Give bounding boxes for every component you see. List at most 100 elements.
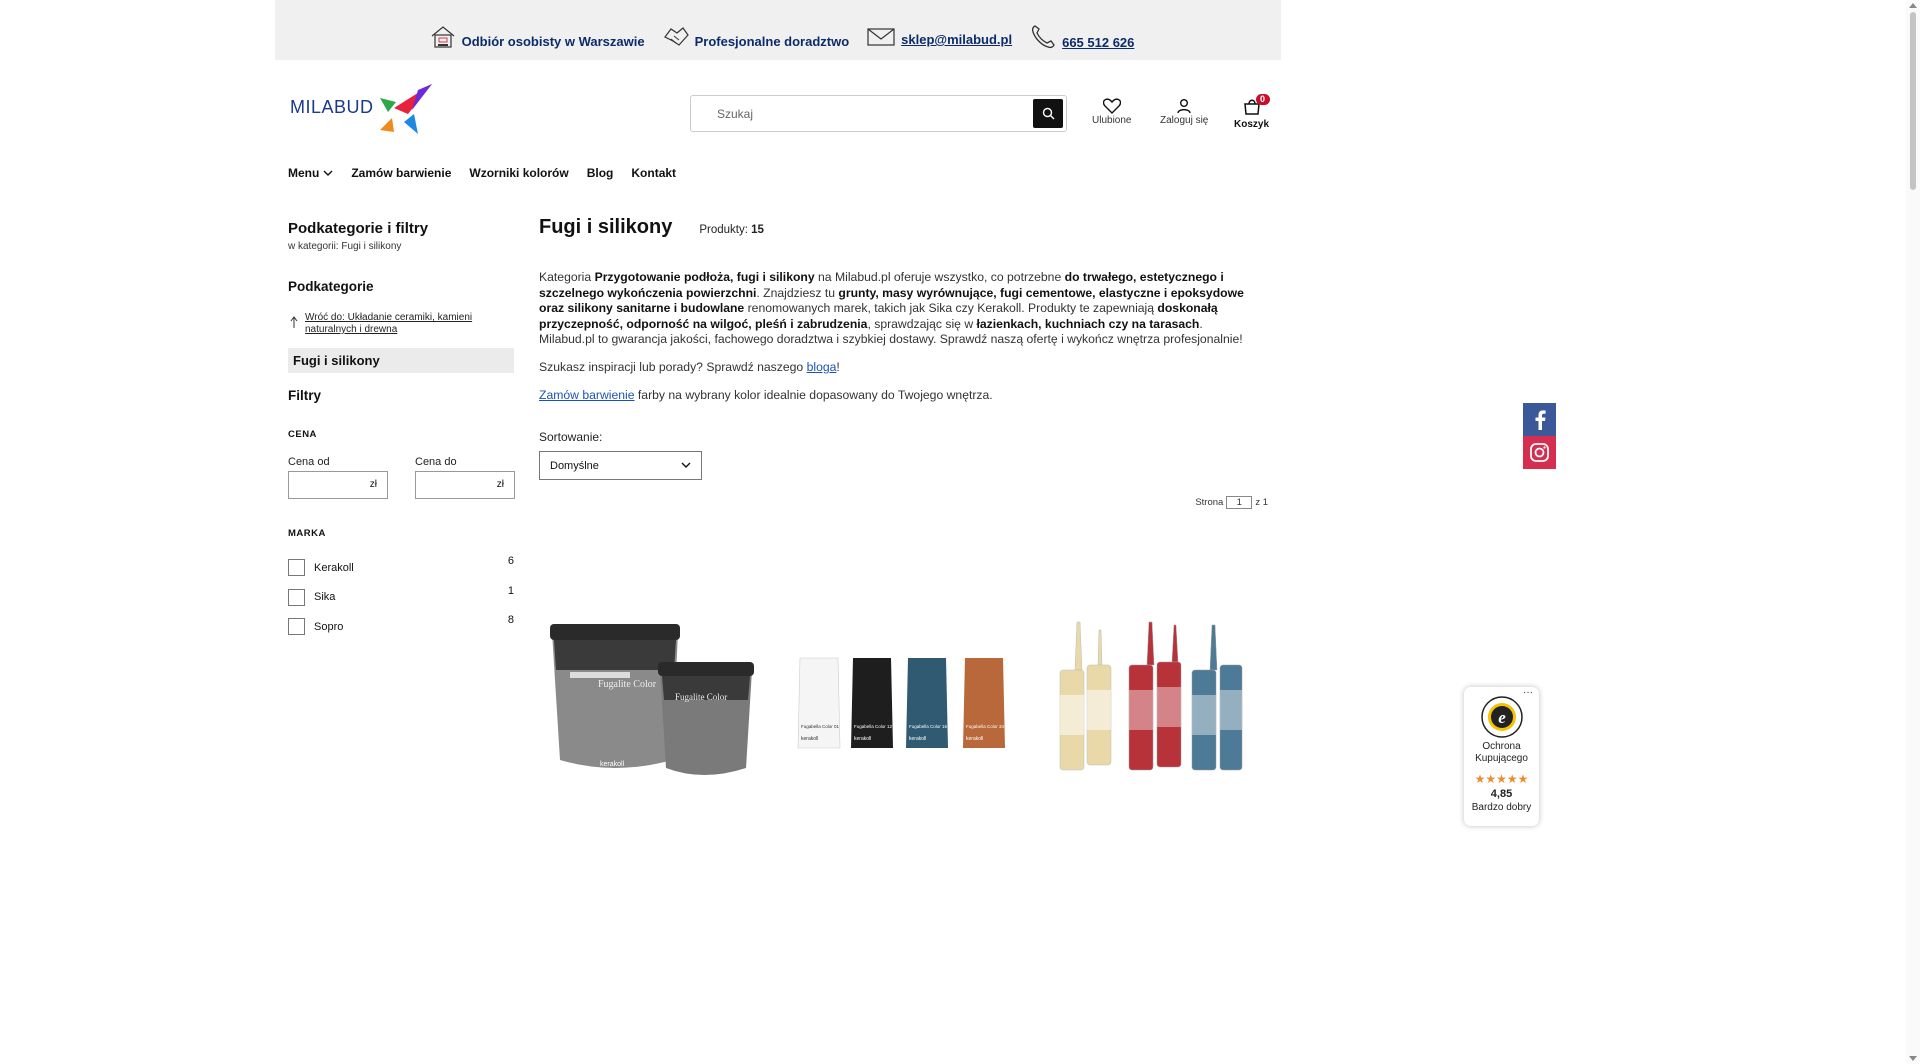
instagram-button[interactable]: [1523, 436, 1556, 469]
brand-label: kerakoll: [854, 736, 871, 742]
active-category[interactable]: Fugi i silikony: [288, 348, 514, 373]
brand-filter-sopro[interactable]: Sopro 8: [288, 612, 514, 642]
milabud-logo[interactable]: MILABUD: [290, 84, 435, 140]
brand-filter-kerakoll[interactable]: Kerakoll 6: [288, 553, 514, 583]
product-card[interactable]: Fugalite Color Fugalite Color kerakoll: [540, 610, 760, 785]
login-label: Zaloguj się: [1160, 115, 1209, 126]
subcategories-heading: Podkategorie: [288, 279, 374, 294]
social-links: [1523, 403, 1556, 469]
sidebar-subtitle: w kategorii: Fugi i silikony: [288, 241, 402, 252]
product-label: Fugalite Color: [675, 692, 727, 702]
order-tinting-link[interactable]: Zamów barwienie: [539, 388, 635, 402]
brand-checkbox[interactable]: [288, 588, 305, 606]
email-link[interactable]: sklep@milabud.pl: [867, 27, 1012, 47]
desc-text: farby na wybrany kolor idealnie dopasowa…: [634, 387, 993, 402]
phone-link[interactable]: 665 512 626: [1030, 24, 1134, 50]
price-to-field[interactable]: zł: [415, 471, 515, 499]
facebook-button[interactable]: [1523, 403, 1556, 436]
login-button[interactable]: Zaloguj się: [1160, 98, 1208, 126]
price-from-input[interactable]: [289, 472, 359, 498]
facebook-icon: [1535, 409, 1546, 430]
page-scrollbar[interactable]: [1906, 0, 1920, 1064]
nav-contact[interactable]: Kontakt: [631, 166, 676, 180]
price-from-label: Cena od: [288, 456, 330, 468]
fugabella-color-bags-image[interactable]: Fugabella Color 01 kerakoll Fugabella Co…: [795, 610, 1010, 760]
product-card[interactable]: [1052, 610, 1252, 785]
logo-text: MILABUD: [290, 97, 374, 117]
brand-name: Sopro: [314, 620, 344, 633]
user-icon: [1177, 99, 1191, 114]
product-count-value: 15: [751, 224, 764, 236]
search-input[interactable]: [691, 96, 1021, 131]
category-content: Fugi i silikony Produkty: 15 Kategoria P…: [539, 216, 1268, 509]
desc-text: !: [836, 359, 840, 374]
nav-menu[interactable]: Menu: [288, 166, 333, 180]
blog-paragraph: Szukasz inspiracji lub porady? Sprawdź n…: [539, 360, 1244, 376]
category-header: Fugi i silikony Produkty: 15: [539, 216, 1244, 239]
nav-blog[interactable]: Blog: [587, 166, 614, 180]
search-icon: [1042, 107, 1054, 120]
filters-heading: Filtry: [288, 388, 322, 403]
chevron-down-icon: [681, 462, 691, 469]
brand-label: kerakoll: [801, 736, 818, 742]
brand-label: kerakoll: [966, 736, 983, 742]
brand-count: 1: [507, 584, 514, 597]
page-input[interactable]: 1: [1226, 496, 1253, 509]
search-button[interactable]: [1033, 99, 1063, 128]
price-to-unit: zł: [496, 479, 504, 490]
cart-button[interactable]: 0 Koszyk: [1234, 94, 1270, 130]
brand-checkbox[interactable]: [288, 559, 305, 577]
chevron-down-icon: [323, 170, 333, 176]
price-heading: CENA: [288, 429, 317, 440]
brand-checkbox[interactable]: [288, 618, 305, 636]
nav-color-samples[interactable]: Wzorniki kolorów: [469, 166, 568, 180]
main-nav: Menu Zamów barwienie Wzorniki kolorów Bl…: [288, 166, 694, 180]
instagram-icon: [1530, 443, 1549, 462]
brand-count: 8: [507, 614, 514, 626]
product-card[interactable]: Fugabella Color 01 kerakoll Fugabella Co…: [795, 610, 1010, 765]
cart-count-badge: 0: [1255, 94, 1270, 105]
svg-text:e: e: [1498, 708, 1506, 727]
trusted-shops-badge[interactable]: ··· e Ochrona Kupującego ★★★★★ 4,85 Bard…: [1464, 687, 1539, 826]
sort-select[interactable]: Domyślne: [539, 451, 702, 481]
badge-title: Ochrona Kupującego: [1475, 741, 1528, 764]
desc-bold: Przygotowanie podłoża, fugi i silikony: [594, 270, 815, 284]
desc-text: . Znajdziesz tu: [756, 285, 839, 300]
price-from-field[interactable]: zł: [288, 471, 388, 499]
description-paragraph: Kategoria Przygotowanie podłoża, fugi i …: [539, 270, 1244, 348]
product-label: Fugabella Color 01: [801, 724, 840, 729]
favorites-button[interactable]: Ulubione: [1092, 98, 1131, 126]
tinting-paragraph: Zamów barwienie farby na wybrany kolor i…: [539, 388, 1244, 404]
product-count: Produkty: 15: [699, 224, 764, 236]
brand-label: kerakoll: [909, 736, 926, 742]
blog-link[interactable]: bloga: [807, 360, 837, 374]
sidebar-title: Podkategorie i filtry: [288, 220, 429, 237]
sort-value: Domyślne: [550, 459, 599, 472]
phone-label[interactable]: 665 512 626: [1062, 35, 1134, 50]
logo-mark-icon: [380, 84, 432, 134]
silicone-cartridges-image[interactable]: [1052, 610, 1252, 780]
phone-icon: [1032, 25, 1055, 49]
pickup-label: Odbiór osobisty w Warszawie: [461, 34, 645, 49]
pickup-info: Odbiór osobisty w Warszawie: [430, 25, 645, 49]
badge-menu-dots[interactable]: ···: [1523, 687, 1533, 698]
brand-filter-sika[interactable]: Sika 1: [288, 583, 514, 613]
scroll-down-arrow-icon[interactable]: [1909, 1056, 1917, 1061]
product-grid: Fugalite Color Fugalite Color kerakoll F…: [540, 610, 1268, 790]
price-range: Cena od zł Cena do zł: [288, 456, 515, 499]
pagination: Strona 1 z 1: [1195, 496, 1268, 509]
nav-order-tinting[interactable]: Zamów barwienie: [351, 166, 451, 180]
fugalite-color-buckets-image[interactable]: Fugalite Color Fugalite Color kerakoll: [540, 610, 760, 780]
scroll-thumb[interactable]: [1910, 12, 1916, 190]
desc-text: Kategoria: [539, 270, 595, 284]
scroll-up-arrow-icon[interactable]: [1909, 3, 1917, 8]
back-link-text[interactable]: Wróć do: Układanie ceramiki, kamieni nat…: [305, 312, 514, 336]
email-label[interactable]: sklep@milabud.pl: [901, 32, 1012, 47]
brand-count: 6: [507, 555, 514, 567]
desc-text: , sprawdzając się w: [867, 316, 977, 331]
brand-heading: MARKA: [288, 528, 326, 539]
price-to-input[interactable]: [416, 472, 486, 498]
back-to-parent[interactable]: Wróć do: Układanie ceramiki, kamieni nat…: [288, 312, 514, 336]
advice-info: Profesjonalne doradztwo: [663, 25, 849, 49]
heart-icon: [1102, 98, 1121, 114]
